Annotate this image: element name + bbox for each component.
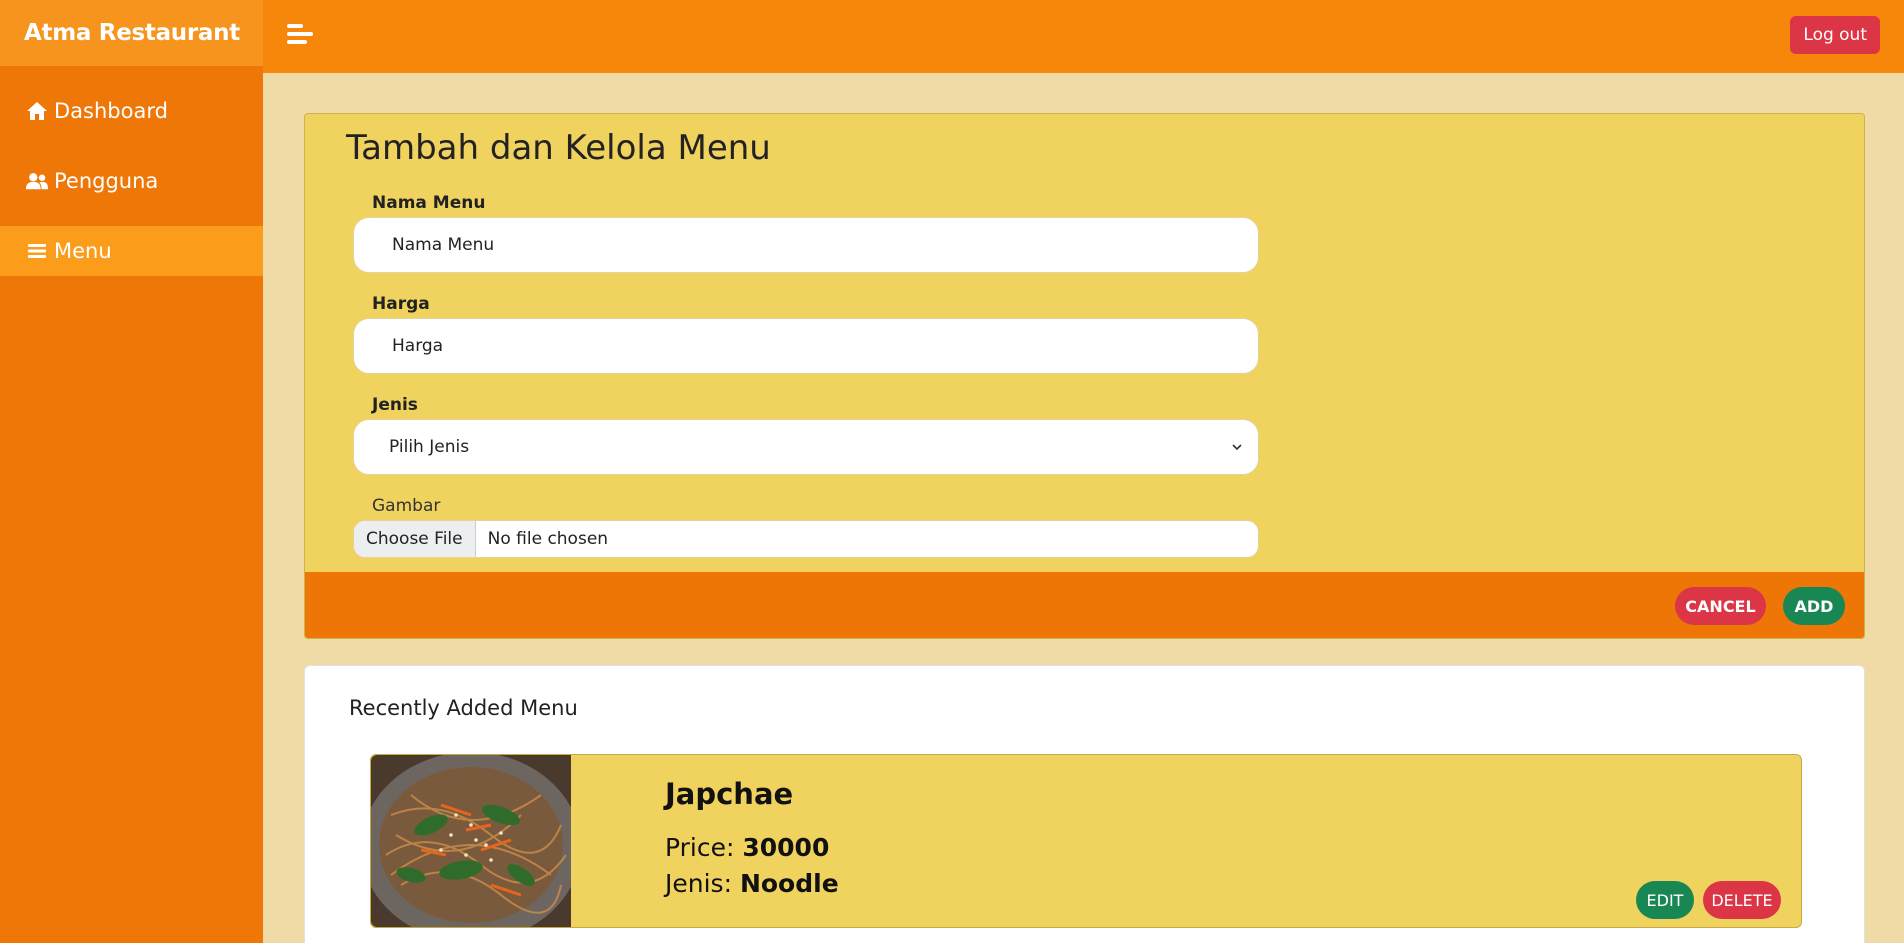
nama-menu-placeholder: Nama Menu xyxy=(392,235,495,255)
menu-item-jenis: Jenis: Noodle xyxy=(665,869,839,898)
file-status: No file chosen xyxy=(487,529,609,549)
menu-form-card: Tambah dan Kelola Menu Nama Menu Nama Me… xyxy=(304,113,1865,639)
jenis-label: Jenis xyxy=(372,395,418,415)
sidebar-item-label: Dashboard xyxy=(54,99,168,123)
edit-button[interactable]: EDIT xyxy=(1636,881,1694,919)
gambar-file-input[interactable]: Choose File No file chosen xyxy=(353,520,1259,558)
delete-button[interactable]: DELETE xyxy=(1703,881,1781,919)
home-icon xyxy=(25,100,49,122)
add-button[interactable]: ADD xyxy=(1783,587,1845,625)
menu-item-price: Price: 30000 xyxy=(665,833,829,862)
sidebar-item-label: Menu xyxy=(54,239,112,263)
chevron-down-icon xyxy=(1232,444,1242,451)
choose-file-button[interactable]: Choose File xyxy=(354,521,476,557)
sidebar-item-label: Pengguna xyxy=(54,169,159,193)
price-label: Price: xyxy=(665,833,743,862)
nama-menu-input[interactable]: Nama Menu xyxy=(353,217,1259,273)
nama-menu-label: Nama Menu xyxy=(372,193,486,213)
jenis-value: Noodle xyxy=(739,869,839,898)
gambar-label: Gambar xyxy=(372,496,441,516)
sidebar-item-pengguna[interactable]: Pengguna xyxy=(0,156,263,206)
menu-item-image xyxy=(371,755,571,927)
users-icon xyxy=(25,170,49,192)
brand-title[interactable]: Atma Restaurant xyxy=(0,0,263,66)
price-value: 30000 xyxy=(742,833,830,862)
logout-button[interactable]: Log out xyxy=(1790,16,1880,54)
jenis-label-text: Jenis: xyxy=(665,869,740,898)
sidebar-item-dashboard[interactable]: Dashboard xyxy=(0,86,263,136)
harga-placeholder: Harga xyxy=(392,336,444,356)
harga-input[interactable]: Harga xyxy=(353,318,1259,374)
top-header: Log out xyxy=(263,0,1904,73)
sidebar-item-menu[interactable]: Menu xyxy=(0,226,263,276)
jenis-select[interactable]: Pilih Jenis xyxy=(353,419,1259,475)
harga-label: Harga xyxy=(372,294,430,314)
menu-list-icon xyxy=(25,240,49,262)
recent-menu-title: Recently Added Menu xyxy=(349,696,578,720)
jenis-selected-value: Pilih Jenis xyxy=(389,437,470,457)
menu-item-card: Japchae Price: 30000 Jenis: Noodle EDIT … xyxy=(370,754,1802,928)
form-footer: CANCEL ADD xyxy=(305,572,1864,638)
sidebar: Atma Restaurant Dashboard Pengguna Menu xyxy=(0,0,263,943)
cancel-button[interactable]: CANCEL xyxy=(1675,587,1766,625)
menu-item-name: Japchae xyxy=(665,777,794,811)
page-title: Tambah dan Kelola Menu xyxy=(346,128,771,168)
recent-menu-card: Recently Added Menu Japchae Price: 30000… xyxy=(304,665,1865,943)
sidebar-toggle-icon[interactable] xyxy=(287,24,315,48)
